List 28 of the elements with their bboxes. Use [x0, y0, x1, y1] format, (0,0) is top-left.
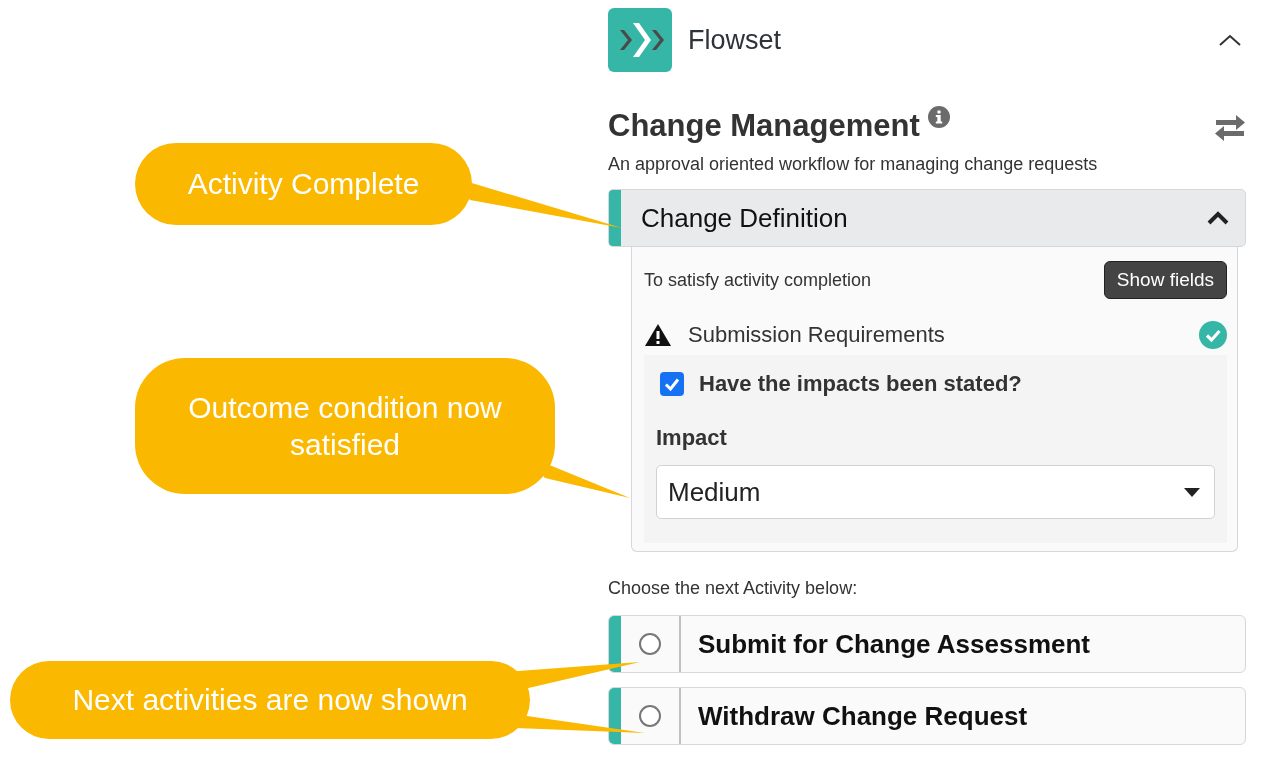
status-bar	[609, 616, 621, 672]
caret-icon	[1184, 487, 1200, 497]
next-prompt: Choose the next Activity below:	[608, 578, 859, 599]
callout: Outcome condition now satisfied	[135, 358, 555, 494]
activity-title: Change Definition	[641, 202, 849, 234]
status-bar	[609, 688, 621, 744]
completion-hint: To satisfy activity completion	[644, 269, 872, 291]
radio-button[interactable]	[639, 633, 661, 655]
collapse-icon[interactable]	[1218, 33, 1242, 47]
requirements-title: Submission Requirements	[688, 322, 946, 348]
radio-button[interactable]	[639, 705, 661, 727]
checkbox[interactable]	[660, 372, 684, 396]
field-label: Impact	[656, 425, 728, 451]
info-icon[interactable]	[927, 106, 950, 128]
workflow-description: An approval oriented workflow for managing change requests	[608, 154, 1099, 175]
chevron-icon[interactable]	[1207, 211, 1229, 225]
swap-icon[interactable]	[1214, 114, 1246, 142]
activity-header[interactable]: Change Definition	[608, 189, 1246, 247]
activity-option[interactable]: Withdraw Change Request	[608, 687, 1246, 745]
checkbox-label: Have the impacts been stated?	[699, 371, 1022, 397]
show-fields-button[interactable]: Show fields	[1103, 261, 1227, 299]
impact-dropdown[interactable]: Medium	[656, 465, 1215, 519]
app-name: Flowset	[688, 24, 783, 56]
workflow-title: Change Management	[608, 107, 920, 145]
callout: Next activities are now shown	[10, 661, 530, 739]
logo-icon	[608, 8, 672, 72]
activity-option[interactable]: Submit for Change Assessment	[608, 615, 1246, 673]
warning-icon	[644, 323, 672, 347]
